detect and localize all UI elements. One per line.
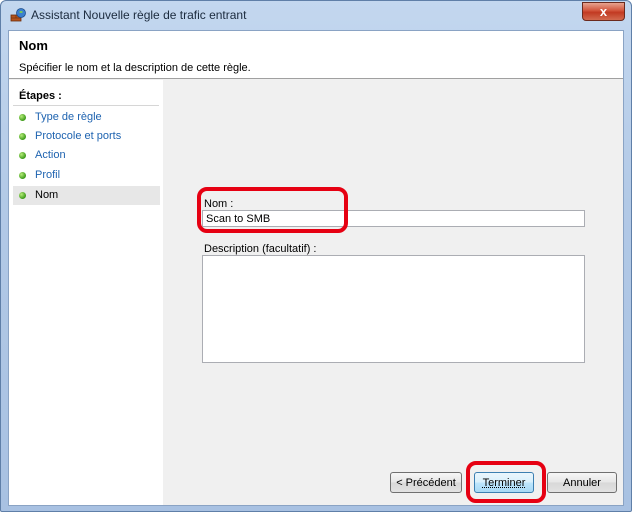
wizard-window: Assistant Nouvelle règle de trafic entra… (0, 0, 632, 512)
green-dot-icon (19, 133, 26, 140)
step-item-type-de-regle[interactable]: Type de règle (13, 108, 160, 127)
green-dot-icon (19, 172, 26, 179)
step-item-action[interactable]: Action (13, 146, 160, 165)
title-bar[interactable]: Assistant Nouvelle règle de trafic entra… (1, 1, 631, 29)
page-title: Nom (19, 38, 48, 53)
step-item-protocole-et-ports[interactable]: Protocole et ports (13, 127, 160, 146)
steps-panel: Étapes : Type de règle Protocole et port… (9, 80, 163, 505)
step-label: Protocole et ports (35, 130, 122, 142)
previous-button[interactable]: < Précédent (390, 472, 462, 493)
step-label: Type de règle (35, 111, 102, 123)
finish-highlight-annotation (466, 461, 546, 503)
step-label: Action (35, 149, 66, 161)
cancel-button[interactable]: Annuler (547, 472, 617, 493)
step-item-profil[interactable]: Profil (13, 166, 160, 185)
firewall-wizard-icon (10, 8, 26, 22)
close-icon: x (599, 4, 608, 19)
green-dot-icon (19, 192, 26, 199)
steps-heading: Étapes : (19, 90, 62, 102)
green-dot-icon (19, 114, 26, 121)
close-button[interactable]: x (582, 2, 625, 21)
form-panel: Nom : Description (facultatif) : < Précé… (163, 80, 623, 505)
green-dot-icon (19, 152, 26, 159)
step-item-nom[interactable]: Nom (13, 186, 160, 205)
page-description: Spécifier le nom et la description de ce… (19, 62, 251, 74)
step-label: Nom (35, 189, 59, 201)
description-label: Description (facultatif) : (204, 243, 317, 255)
name-highlight-annotation (197, 187, 348, 233)
steps-divider (13, 105, 159, 106)
step-label: Profil (35, 169, 61, 181)
wizard-client-area: Nom Spécifier le nom et la description d… (8, 30, 624, 506)
window-title: Assistant Nouvelle règle de trafic entra… (31, 8, 247, 22)
page-header: Nom Spécifier le nom et la description d… (9, 31, 623, 79)
description-input[interactable] (202, 255, 585, 363)
